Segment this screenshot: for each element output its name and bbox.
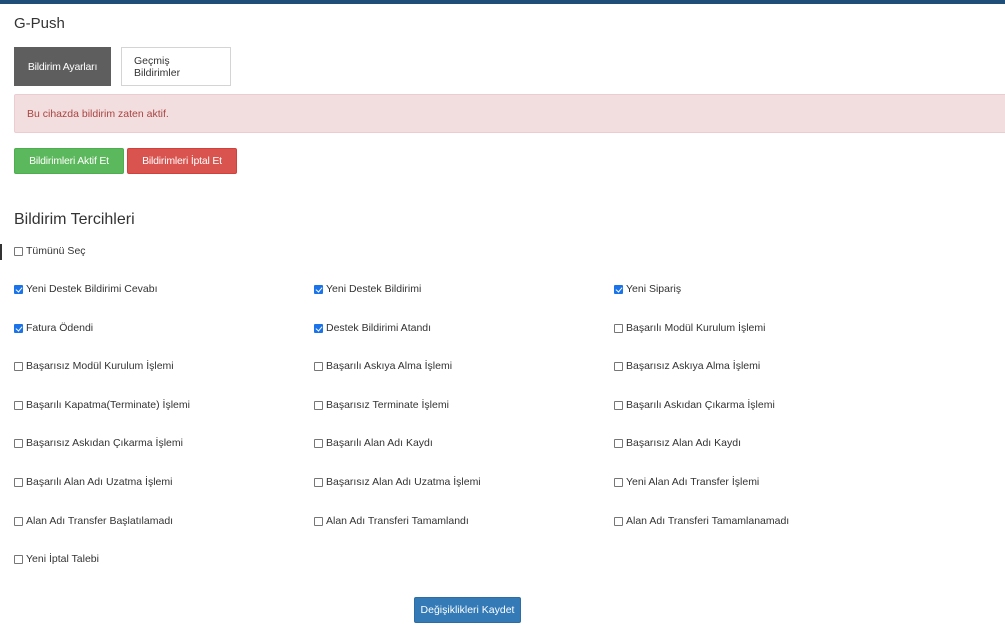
checkbox-label: Başarısız Modül Kurulum İşlemi xyxy=(26,360,174,372)
checkbox-box[interactable] xyxy=(14,284,23,294)
checkbox-label: Başarısız Askıdan Çıkarma İşlemi xyxy=(26,437,183,449)
preference-checkbox-row[interactable]: Başarısız Askıdan Çıkarma İşlemi xyxy=(14,437,183,449)
page-title: G-Push xyxy=(14,15,65,32)
enable-notifications-button[interactable]: Bildirimleri Aktif Et xyxy=(14,148,124,174)
checkbox-label: Tümünü Seç xyxy=(26,245,86,257)
checkbox-label: Alan Adı Transfer Başlatılamadı xyxy=(26,515,174,527)
checkbox-label: Yeni Sipariş xyxy=(626,283,682,295)
checkbox-box[interactable] xyxy=(14,246,23,256)
select-all-checkbox[interactable]: Tümünü Seç xyxy=(14,245,86,257)
checkbox-label: Yeni Destek Bildirimi xyxy=(326,283,422,295)
checkbox-label: Yeni Alan Adı Transfer İşlemi xyxy=(626,476,760,488)
checkbox-box[interactable] xyxy=(314,400,323,410)
top-accent-bar xyxy=(0,0,1005,4)
preference-checkbox-row[interactable]: Başarılı Modül Kurulum İşlemi xyxy=(614,322,765,334)
checkbox-box[interactable] xyxy=(14,554,23,564)
checkbox-box[interactable] xyxy=(614,400,623,410)
preference-checkbox-row[interactable]: Başarılı Askıya Alma İşlemi xyxy=(314,360,452,372)
checkbox-label: Başarısız Alan Adı Kaydı xyxy=(626,437,741,449)
preference-checkbox-row[interactable]: Başarılı Alan Adı Uzatma İşlemi xyxy=(14,476,172,488)
checkbox-box[interactable] xyxy=(314,516,323,526)
checkbox-box[interactable] xyxy=(14,477,23,487)
preference-checkbox-row[interactable]: Başarılı Alan Adı Kaydı xyxy=(314,437,433,449)
checkbox-label: Başarısız Alan Adı Uzatma İşlemi xyxy=(326,476,481,488)
preference-checkbox-row[interactable]: Yeni Sipariş xyxy=(614,283,681,295)
checkbox-box[interactable] xyxy=(14,516,23,526)
checkbox-label: Fatura Ödendi xyxy=(26,322,94,334)
preference-checkbox-row[interactable]: Başarısız Alan Adı Kaydı xyxy=(614,437,741,449)
checkbox-box[interactable] xyxy=(314,361,323,371)
left-edge-marker xyxy=(0,244,2,260)
checkbox-label: Başarılı Alan Adı Kaydı xyxy=(326,437,433,449)
checkbox-box[interactable] xyxy=(14,438,23,448)
preference-checkbox-row[interactable]: Başarılı Kapatma(Terminate) İşlemi xyxy=(14,399,190,411)
preference-checkbox-row[interactable]: Alan Adı Transferi Tamamlandı xyxy=(314,515,469,527)
checkbox-box[interactable] xyxy=(314,284,323,294)
preference-checkbox-row[interactable]: Başarılı Askıdan Çıkarma İşlemi xyxy=(614,399,775,411)
preference-checkbox-row[interactable]: Başarısız Terminate İşlemi xyxy=(314,399,449,411)
checkbox-label: Başarılı Askıya Alma İşlemi xyxy=(326,360,453,372)
checkbox-box[interactable] xyxy=(314,438,323,448)
tab-notification-settings[interactable]: Bildirim Ayarları xyxy=(14,47,111,86)
checkbox-box[interactable] xyxy=(314,477,323,487)
preference-checkbox-row[interactable]: Başarısız Modül Kurulum İşlemi xyxy=(14,360,174,372)
preference-checkbox-row[interactable]: Destek Bildirimi Atandı xyxy=(314,322,431,334)
preference-checkbox-row[interactable]: Yeni Alan Adı Transfer İşlemi xyxy=(614,476,759,488)
checkbox-box[interactable] xyxy=(14,361,23,371)
checkbox-box[interactable] xyxy=(614,438,623,448)
preference-checkbox-row[interactable]: Yeni Destek Bildirimi xyxy=(314,283,421,295)
preference-checkbox-row[interactable]: Alan Adı Transferi Tamamlanamadı xyxy=(614,515,789,527)
checkbox-box[interactable] xyxy=(614,323,623,333)
preference-checkbox-row[interactable]: Yeni Destek Bildirimi Cevabı xyxy=(14,283,158,295)
checkbox-label: Başarısız Terminate İşlemi xyxy=(326,399,449,411)
checkbox-box[interactable] xyxy=(14,323,23,333)
preferences-title: Bildirim Tercihleri xyxy=(14,211,135,228)
checkbox-box[interactable] xyxy=(614,477,623,487)
checkbox-label: Alan Adı Transferi Tamamlandı xyxy=(326,515,469,527)
checkbox-label: Başarısız Askıya Alma İşlemi xyxy=(626,360,761,372)
preference-checkbox-row[interactable]: Başarısız Alan Adı Uzatma İşlemi xyxy=(314,476,481,488)
checkbox-label: Başarılı Askıdan Çıkarma İşlemi xyxy=(626,399,775,411)
disable-notifications-button[interactable]: Bildirimleri İptal Et xyxy=(127,148,237,174)
preference-checkbox-row[interactable]: Yeni İptal Talebi xyxy=(14,553,99,565)
checkbox-label: Alan Adı Transferi Tamamlanamadı xyxy=(626,515,790,527)
checkbox-label: Yeni Destek Bildirimi Cevabı xyxy=(26,283,158,295)
checkbox-box[interactable] xyxy=(314,323,323,333)
checkbox-label: Yeni İptal Talebi xyxy=(26,553,99,565)
checkbox-label: Destek Bildirimi Atandı xyxy=(326,322,432,334)
alert-text: Bu cihazda bildirim zaten aktif. xyxy=(27,107,169,120)
checkbox-label: Başarılı Modül Kurulum İşlemi xyxy=(626,322,766,334)
preference-checkbox-row[interactable]: Başarısız Askıya Alma İşlemi xyxy=(614,360,760,372)
tab-notification-history[interactable]: Geçmiş Bildirimler xyxy=(121,47,231,86)
checkbox-box[interactable] xyxy=(614,284,623,294)
alert-notification-active: Bu cihazda bildirim zaten aktif. xyxy=(14,94,1005,133)
save-changes-button[interactable]: Değişiklikleri Kaydet xyxy=(414,597,521,623)
tab-bar: Bildirim Ayarları Geçmiş Bildirimler xyxy=(14,47,231,86)
preference-checkbox-row[interactable]: Fatura Ödendi xyxy=(14,322,93,334)
checkbox-box[interactable] xyxy=(14,400,23,410)
preference-checkbox-row[interactable]: Alan Adı Transfer Başlatılamadı xyxy=(14,515,173,527)
checkbox-box[interactable] xyxy=(614,516,623,526)
checkbox-label: Başarılı Kapatma(Terminate) İşlemi xyxy=(26,399,190,411)
checkbox-box[interactable] xyxy=(614,361,623,371)
checkbox-label: Başarılı Alan Adı Uzatma İşlemi xyxy=(26,476,173,488)
